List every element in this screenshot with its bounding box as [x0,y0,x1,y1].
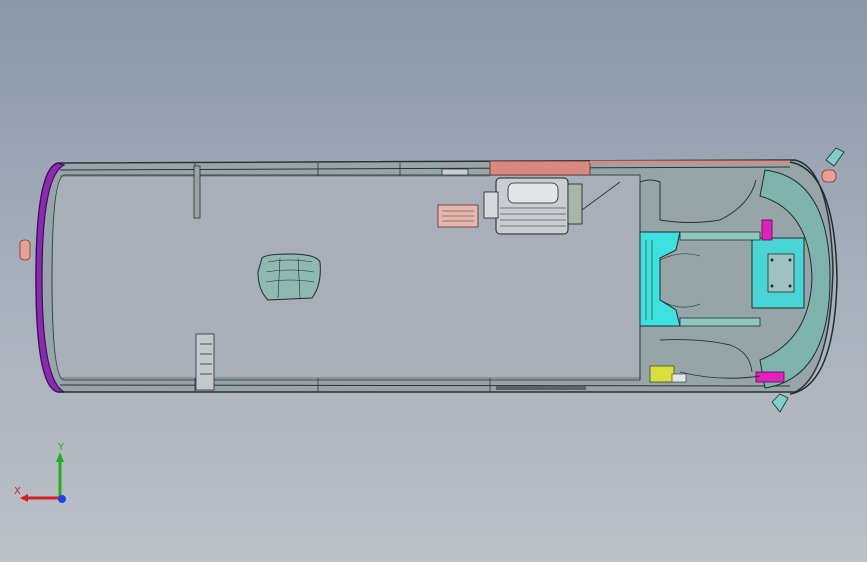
z-axis-dot [58,495,66,503]
yellow-fitting [649,365,675,383]
coordinate-triad: Y X [14,442,66,503]
partition-post-bottom [195,333,215,391]
magenta-fitting-bottom [755,371,785,383]
cad-viewport[interactable]: Y X [0,0,867,562]
bus-floor-model[interactable] [0,0,867,562]
front-light [19,239,31,261]
x-axis-label: X [14,486,21,497]
roof-strip [489,160,591,176]
rear-mirror-top[interactable] [825,147,845,167]
triad-plane-shade [28,476,60,498]
magenta-fitting-top [761,219,773,241]
y-axis-label: Y [57,442,65,453]
center-seat[interactable] [257,253,321,301]
partition-post-top [193,165,201,219]
rear-mirror-bottom[interactable] [771,393,789,413]
